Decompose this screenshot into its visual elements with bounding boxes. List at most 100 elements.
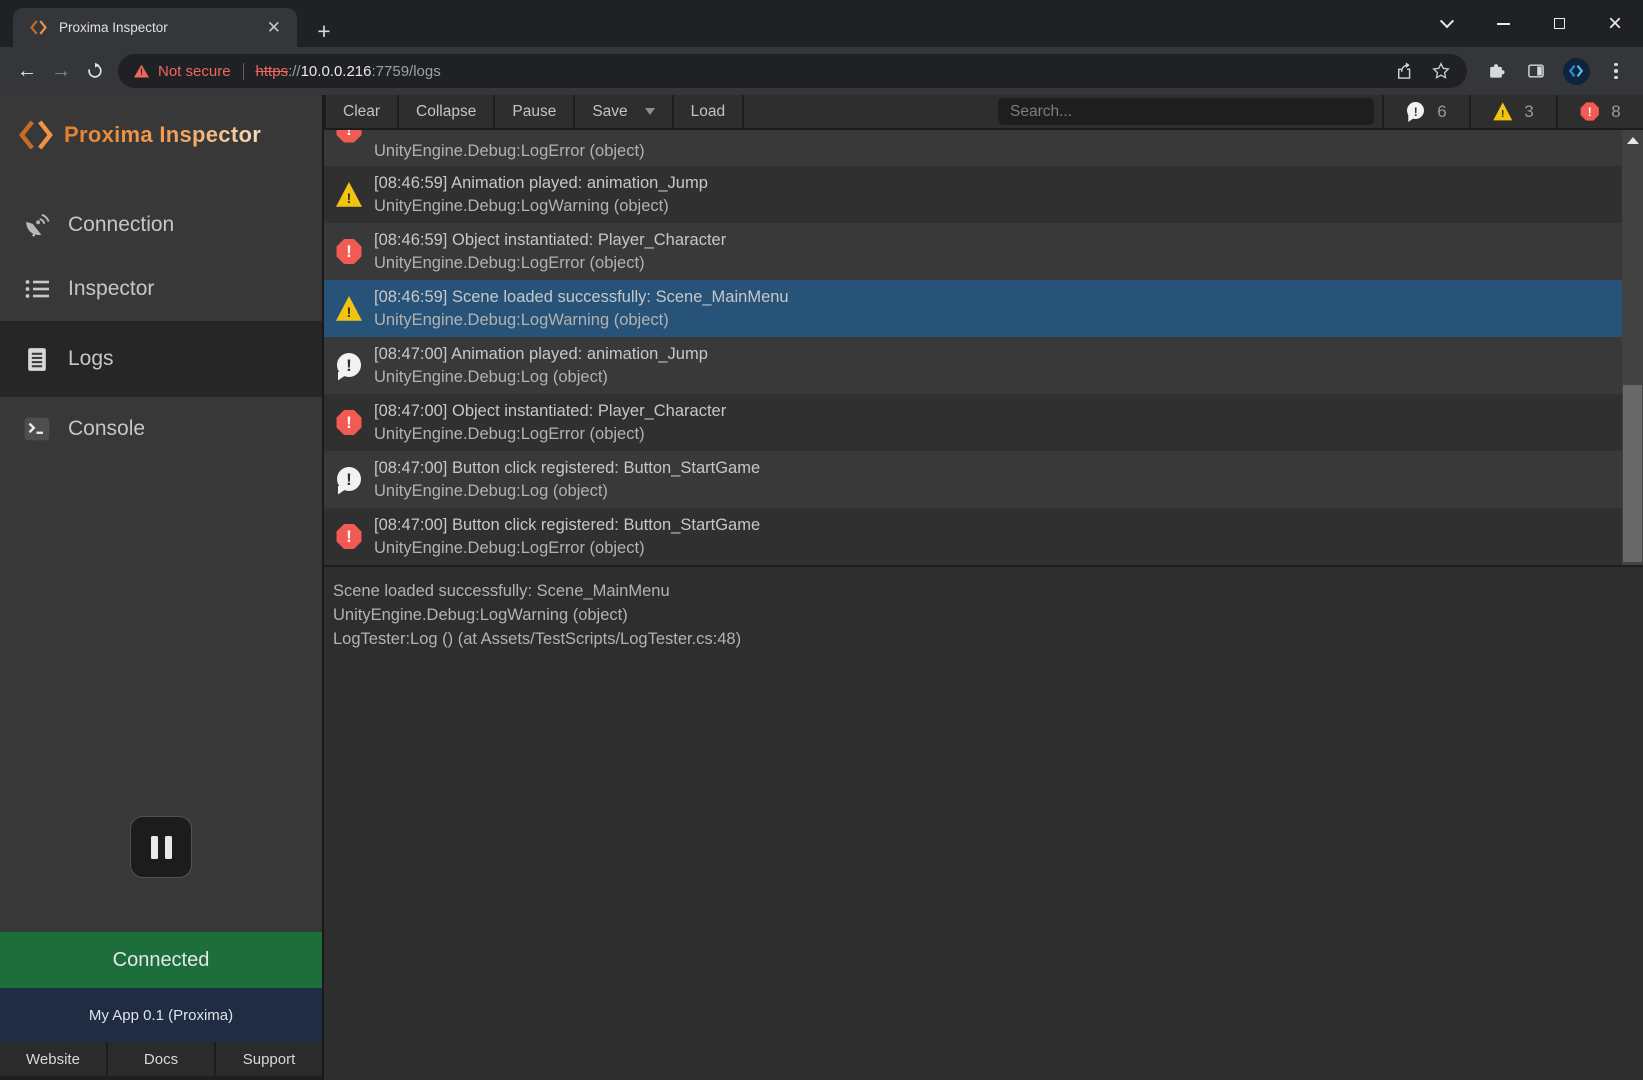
log-row[interactable]: ! [08:46:59] Object instantiated: Player… xyxy=(324,223,1622,280)
log-row[interactable]: ! [08:46:59] Animation played: animation… xyxy=(324,166,1622,223)
log-message: [08:47:00] Button click registered: Butt… xyxy=(374,457,760,480)
bookmark-star-icon[interactable] xyxy=(1431,61,1451,81)
log-level-icon: ! xyxy=(336,182,362,208)
sidebar-item-label: Connection xyxy=(68,213,174,237)
log-level-icon: ! xyxy=(336,296,362,322)
log-list-container: ! UnityEngine.Debug:LogError (object) ! … xyxy=(324,130,1643,565)
sidebar: Proxima Inspector Connection xyxy=(0,95,324,1080)
log-message: [08:46:59] Object instantiated: Player_C… xyxy=(374,229,726,252)
log-message: [08:47:00] Object instantiated: Player_C… xyxy=(374,400,726,423)
main-panel: Clear Collapse Pause Save Load ! 6 ! 3 !… xyxy=(324,95,1643,1080)
brand: Proxima Inspector xyxy=(0,95,322,157)
log-row[interactable]: ! [08:46:59] Scene loaded successfully: … xyxy=(324,280,1622,337)
tab-title: Proxima Inspector xyxy=(59,20,263,35)
search-input[interactable] xyxy=(998,98,1374,125)
reload-button[interactable] xyxy=(78,54,112,88)
load-button[interactable]: Load xyxy=(672,95,744,128)
save-button[interactable]: Save xyxy=(573,95,671,128)
footer-link-website[interactable]: Website xyxy=(0,1042,106,1076)
tab-search-chevron-icon[interactable] xyxy=(1419,0,1475,47)
log-message: [08:47:00] Button click registered: Butt… xyxy=(374,514,760,537)
favicon-proxima-icon xyxy=(30,19,47,36)
log-level-icon: ! xyxy=(336,130,362,143)
forward-button[interactable]: → xyxy=(44,54,78,88)
minimize-button[interactable] xyxy=(1475,0,1531,47)
log-source: UnityEngine.Debug:Log (object) xyxy=(374,366,708,389)
extensions-puzzle-icon[interactable] xyxy=(1479,54,1513,88)
app-name-badge: My App 0.1 (Proxima) xyxy=(0,988,322,1042)
detail-message: Scene loaded successfully: Scene_MainMen… xyxy=(333,579,1643,603)
share-icon[interactable] xyxy=(1395,61,1415,81)
window-bottom-edge xyxy=(0,1076,322,1080)
save-dropdown-caret-icon[interactable] xyxy=(645,108,655,115)
error-count-badge[interactable]: ! 8 xyxy=(1556,95,1643,128)
log-level-icon: ! xyxy=(336,410,362,436)
log-message: [08:46:59] Scene loaded successfully: Sc… xyxy=(374,286,789,309)
sidebar-item-label: Logs xyxy=(68,347,114,371)
info-icon: ! xyxy=(1406,102,1425,121)
new-tab-button[interactable] xyxy=(310,17,338,45)
error-count: 8 xyxy=(1611,102,1620,122)
sidebar-item-console[interactable]: Console xyxy=(0,397,322,461)
log-level-icon: ! xyxy=(336,467,362,493)
scrollbar-thumb[interactable] xyxy=(1623,385,1642,562)
log-row[interactable]: ! UnityEngine.Debug:LogError (object) xyxy=(324,130,1622,166)
footer-link-docs[interactable]: Docs xyxy=(106,1042,214,1076)
log-message: [08:46:59] Animation played: animation_J… xyxy=(374,172,708,195)
log-level-icon: ! xyxy=(336,239,362,265)
warning-count-badge[interactable]: ! 3 xyxy=(1469,95,1556,128)
side-panel-icon[interactable] xyxy=(1519,54,1553,88)
browser-tab-bar: Proxima Inspector ✕ xyxy=(0,0,1643,47)
browser-address-bar: ← → Not secure https://10.0.0.216:7759/l… xyxy=(0,47,1643,95)
info-count-badge[interactable]: ! 6 xyxy=(1382,95,1469,128)
pause-button[interactable]: Pause xyxy=(493,95,573,128)
log-source: UnityEngine.Debug:LogWarning (object) xyxy=(374,309,789,332)
list-icon xyxy=(22,277,52,301)
log-row[interactable]: ! [08:47:00] Animation played: animation… xyxy=(324,337,1622,394)
connection-status-badge: Connected xyxy=(0,932,322,988)
log-message: [08:47:00] Animation played: animation_J… xyxy=(374,343,708,366)
back-button[interactable]: ← xyxy=(10,54,44,88)
browser-tab[interactable]: Proxima Inspector ✕ xyxy=(13,8,297,47)
sidebar-item-logs[interactable]: Logs xyxy=(0,321,322,397)
save-label: Save xyxy=(592,103,627,121)
detail-stacktrace: LogTester:Log () (at Assets/TestScripts/… xyxy=(333,627,1643,651)
log-list: ! UnityEngine.Debug:LogError (object) ! … xyxy=(324,130,1622,565)
sidebar-item-label: Console xyxy=(68,417,145,441)
warning-icon: ! xyxy=(1493,102,1512,121)
pause-stream-button[interactable] xyxy=(130,816,192,878)
clear-button[interactable]: Clear xyxy=(324,95,397,128)
log-source: UnityEngine.Debug:LogError (object) xyxy=(374,537,760,560)
brand-title: Proxima Inspector xyxy=(64,122,261,148)
error-icon: ! xyxy=(1580,102,1599,121)
detail-source: UnityEngine.Debug:LogWarning (object) xyxy=(333,603,1643,627)
window-close-button[interactable] xyxy=(1587,0,1643,47)
info-count: 6 xyxy=(1437,102,1446,122)
log-row[interactable]: ! [08:47:00] Object instantiated: Player… xyxy=(324,394,1622,451)
log-level-icon: ! xyxy=(336,353,362,379)
not-secure-label[interactable]: Not secure xyxy=(158,63,231,80)
tab-close-icon[interactable]: ✕ xyxy=(263,17,285,38)
sidebar-item-inspector[interactable]: Inspector xyxy=(0,257,322,321)
terminal-icon xyxy=(22,416,52,442)
not-secure-warning-icon xyxy=(134,65,149,78)
log-detail-pane: Scene loaded successfully: Scene_MainMen… xyxy=(324,565,1643,1080)
log-source: UnityEngine.Debug:LogWarning (object) xyxy=(374,195,708,218)
url-bar[interactable]: Not secure https://10.0.0.216:7759/logs xyxy=(118,54,1467,88)
footer-link-support[interactable]: Support xyxy=(214,1042,322,1076)
url-text[interactable]: https://10.0.0.216:7759/logs xyxy=(256,63,441,80)
collapse-button[interactable]: Collapse xyxy=(397,95,493,128)
maximize-button[interactable] xyxy=(1531,0,1587,47)
sidebar-footer: Website Docs Support xyxy=(0,1042,322,1076)
window-controls xyxy=(1419,0,1643,47)
log-source: UnityEngine.Debug:LogError (object) xyxy=(374,140,645,163)
scroll-up-arrow-icon[interactable] xyxy=(1627,137,1639,144)
profile-avatar[interactable] xyxy=(1559,54,1593,88)
log-scrollbar[interactable] xyxy=(1622,130,1643,565)
browser-menu-dots-icon[interactable] xyxy=(1599,54,1633,88)
sidebar-item-connection[interactable]: Connection xyxy=(0,193,322,257)
log-row[interactable]: ! [08:47:00] Button click registered: Bu… xyxy=(324,508,1622,565)
log-row[interactable]: ! [08:47:00] Button click registered: Bu… xyxy=(324,451,1622,508)
logs-toolbar: Clear Collapse Pause Save Load ! 6 ! 3 !… xyxy=(324,95,1643,130)
log-source: UnityEngine.Debug:Log (object) xyxy=(374,480,760,503)
